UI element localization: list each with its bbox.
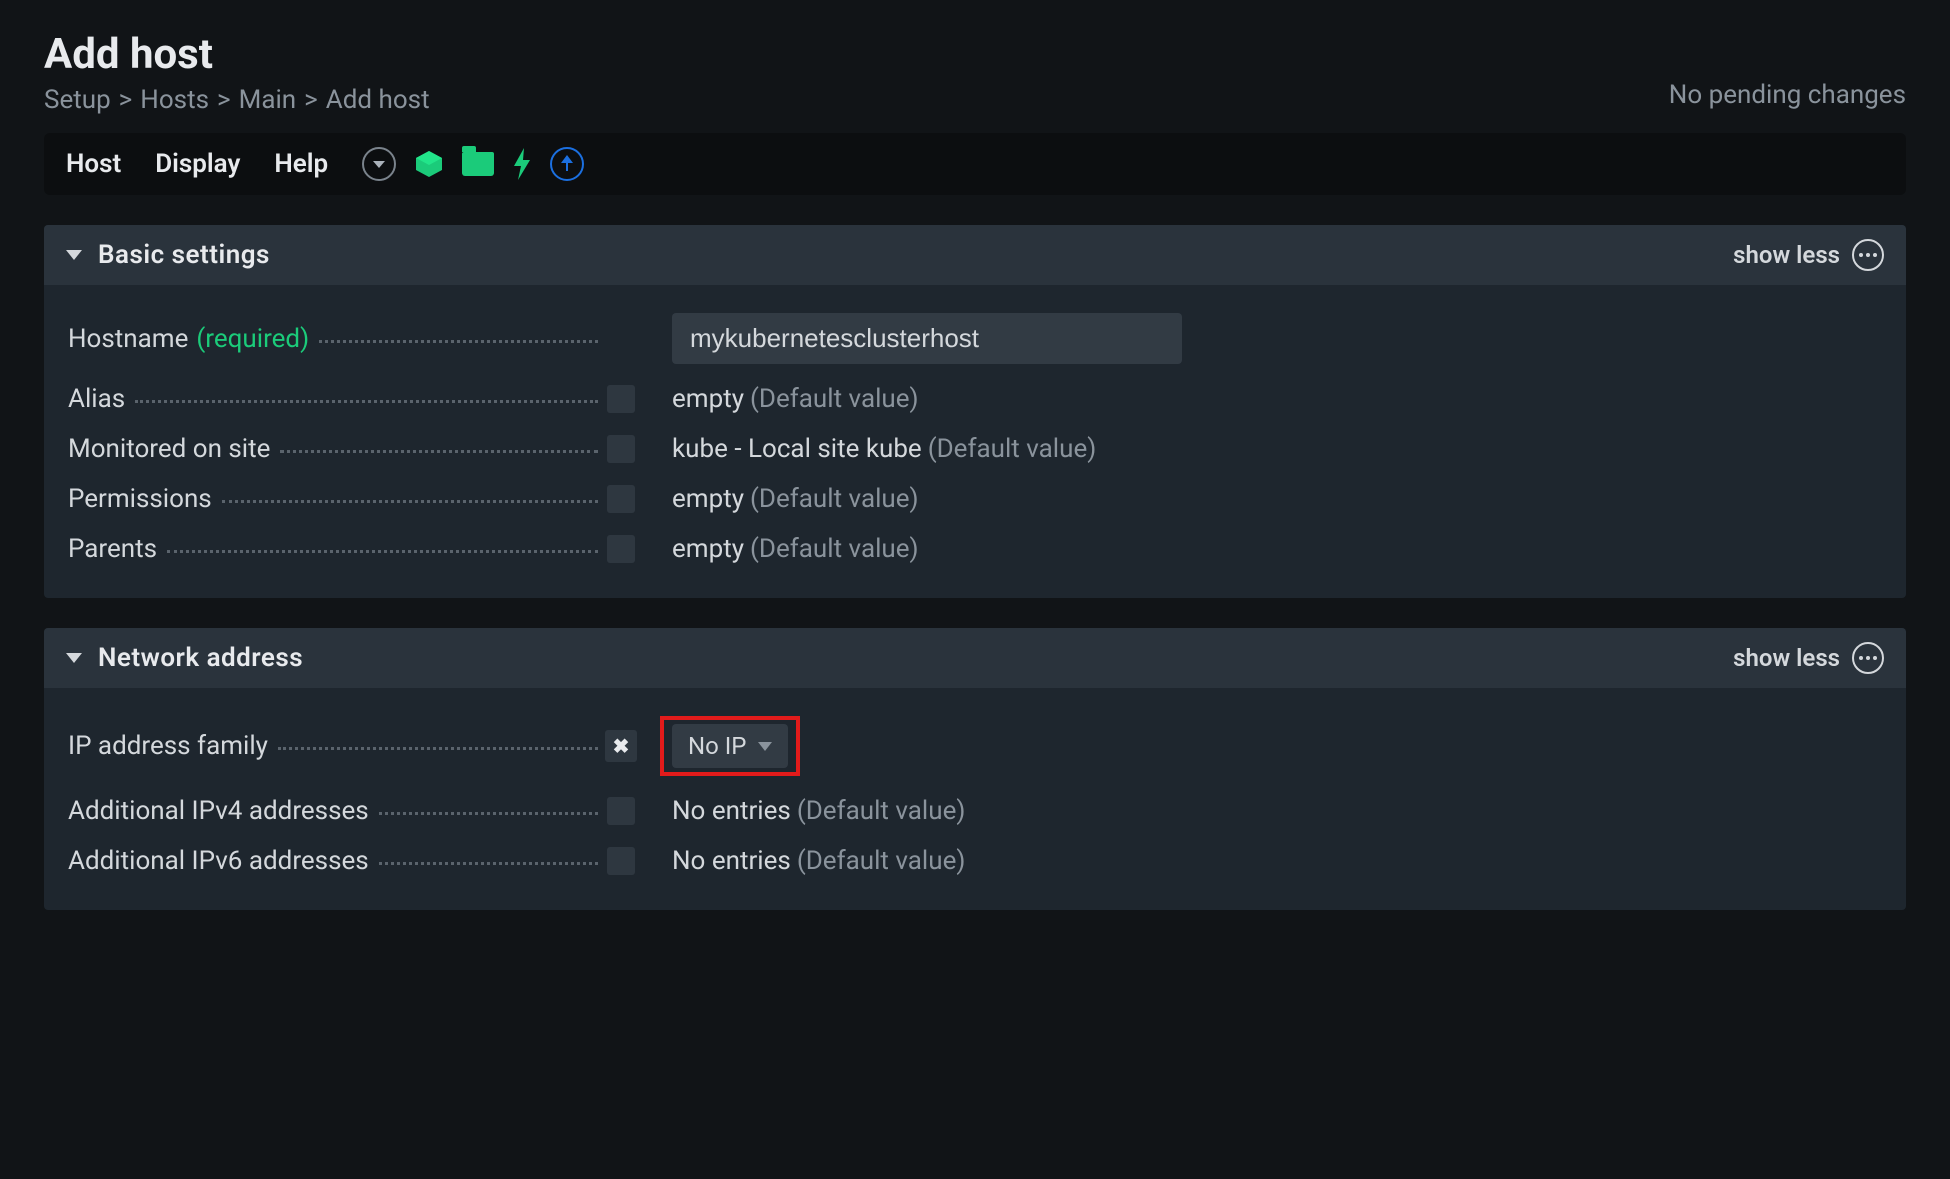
remove-override-button[interactable]: ✖	[605, 730, 637, 762]
field-value: No entries	[672, 846, 791, 876]
toolbar-display[interactable]: Display	[155, 149, 240, 179]
field-value: empty	[672, 534, 744, 564]
breadcrumb-separator: >	[119, 85, 133, 115]
toolbar: Host Display Help	[44, 133, 1906, 195]
override-checkbox[interactable]	[607, 385, 635, 413]
breadcrumb-item[interactable]: Setup	[44, 85, 111, 115]
breadcrumb-separator: >	[217, 85, 231, 115]
breadcrumb-separator: >	[304, 85, 318, 115]
override-checkbox[interactable]	[607, 535, 635, 563]
collapse-icon[interactable]	[66, 653, 82, 663]
dots-divider	[379, 812, 598, 815]
dropdown-value: No IP	[688, 732, 746, 760]
more-icon[interactable]	[1852, 642, 1884, 674]
field-hostname: Hostname (required)	[68, 303, 1882, 374]
field-label: Additional IPv6 addresses	[68, 846, 369, 876]
field-value: empty	[672, 384, 744, 414]
field-additional-ipv4: Additional IPv4 addresses No entries (De…	[68, 786, 1882, 836]
show-less-toggle[interactable]: show less	[1733, 239, 1884, 271]
field-label: Hostname	[68, 324, 188, 354]
field-label: Additional IPv4 addresses	[68, 796, 369, 826]
breadcrumb: Setup > Hosts > Main > Add host	[44, 85, 430, 115]
field-permissions: Permissions empty (Default value)	[68, 474, 1882, 524]
chevron-down-icon	[758, 742, 772, 751]
highlight-annotation: No IP	[660, 716, 800, 776]
default-tag: (Default value)	[928, 434, 1097, 464]
default-tag: (Default value)	[750, 384, 919, 414]
page-title: Add host	[44, 30, 430, 79]
default-tag: (Default value)	[750, 484, 919, 514]
field-label: Parents	[68, 534, 157, 564]
field-monitored-on-site: Monitored on site kube - Local site kube…	[68, 424, 1882, 474]
section-header: Network address show less	[44, 628, 1906, 688]
upload-icon[interactable]	[550, 147, 584, 181]
default-tag: (Default value)	[750, 534, 919, 564]
cube-icon[interactable]	[414, 149, 444, 179]
dots-divider	[167, 550, 598, 553]
dots-divider	[379, 862, 598, 865]
override-checkbox[interactable]	[607, 485, 635, 513]
breadcrumb-item[interactable]: Main	[239, 85, 297, 115]
field-parents: Parents empty (Default value)	[68, 524, 1882, 574]
field-alias: Alias empty (Default value)	[68, 374, 1882, 424]
pending-changes-status[interactable]: No pending changes	[1669, 80, 1906, 110]
override-checkbox[interactable]	[607, 797, 635, 825]
dots-divider	[278, 747, 598, 750]
field-ip-address-family: IP address family ✖ No IP	[68, 706, 1882, 786]
section-title: Network address	[98, 643, 303, 673]
section-header: Basic settings show less	[44, 225, 1906, 285]
field-label: Monitored on site	[68, 434, 270, 464]
dots-divider	[280, 450, 598, 453]
hostname-input[interactable]	[672, 313, 1182, 364]
toggle-label: show less	[1733, 644, 1840, 672]
dots-divider	[135, 400, 598, 403]
close-icon: ✖	[613, 734, 630, 758]
override-checkbox[interactable]	[607, 435, 635, 463]
toolbar-help[interactable]: Help	[274, 149, 328, 179]
folder-icon[interactable]	[462, 152, 494, 176]
field-label: Alias	[68, 384, 125, 414]
default-tag: (Default value)	[797, 796, 966, 826]
breadcrumb-item[interactable]: Hosts	[140, 85, 209, 115]
toolbar-host[interactable]: Host	[66, 149, 121, 179]
field-label: Permissions	[68, 484, 212, 514]
dots-divider	[319, 340, 598, 343]
section-network-address: Network address show less IP address fam…	[44, 628, 1906, 910]
more-icon[interactable]	[1852, 239, 1884, 271]
field-value: kube - Local site kube	[672, 434, 922, 464]
field-label: IP address family	[68, 731, 268, 761]
override-checkbox[interactable]	[607, 847, 635, 875]
show-less-toggle[interactable]: show less	[1733, 642, 1884, 674]
breadcrumb-item: Add host	[326, 85, 430, 115]
field-value: No entries	[672, 796, 791, 826]
collapse-icon[interactable]	[66, 250, 82, 260]
dots-divider	[222, 500, 598, 503]
required-tag: (required)	[196, 324, 309, 354]
bolt-icon[interactable]	[512, 148, 532, 180]
field-value: empty	[672, 484, 744, 514]
field-additional-ipv6: Additional IPv6 addresses No entries (De…	[68, 836, 1882, 886]
section-title: Basic settings	[98, 240, 270, 270]
toggle-label: show less	[1733, 241, 1840, 269]
dropdown-icon[interactable]	[362, 147, 396, 181]
section-basic-settings: Basic settings show less Hostname (requi…	[44, 225, 1906, 598]
ip-family-dropdown[interactable]: No IP	[672, 724, 788, 768]
default-tag: (Default value)	[797, 846, 966, 876]
